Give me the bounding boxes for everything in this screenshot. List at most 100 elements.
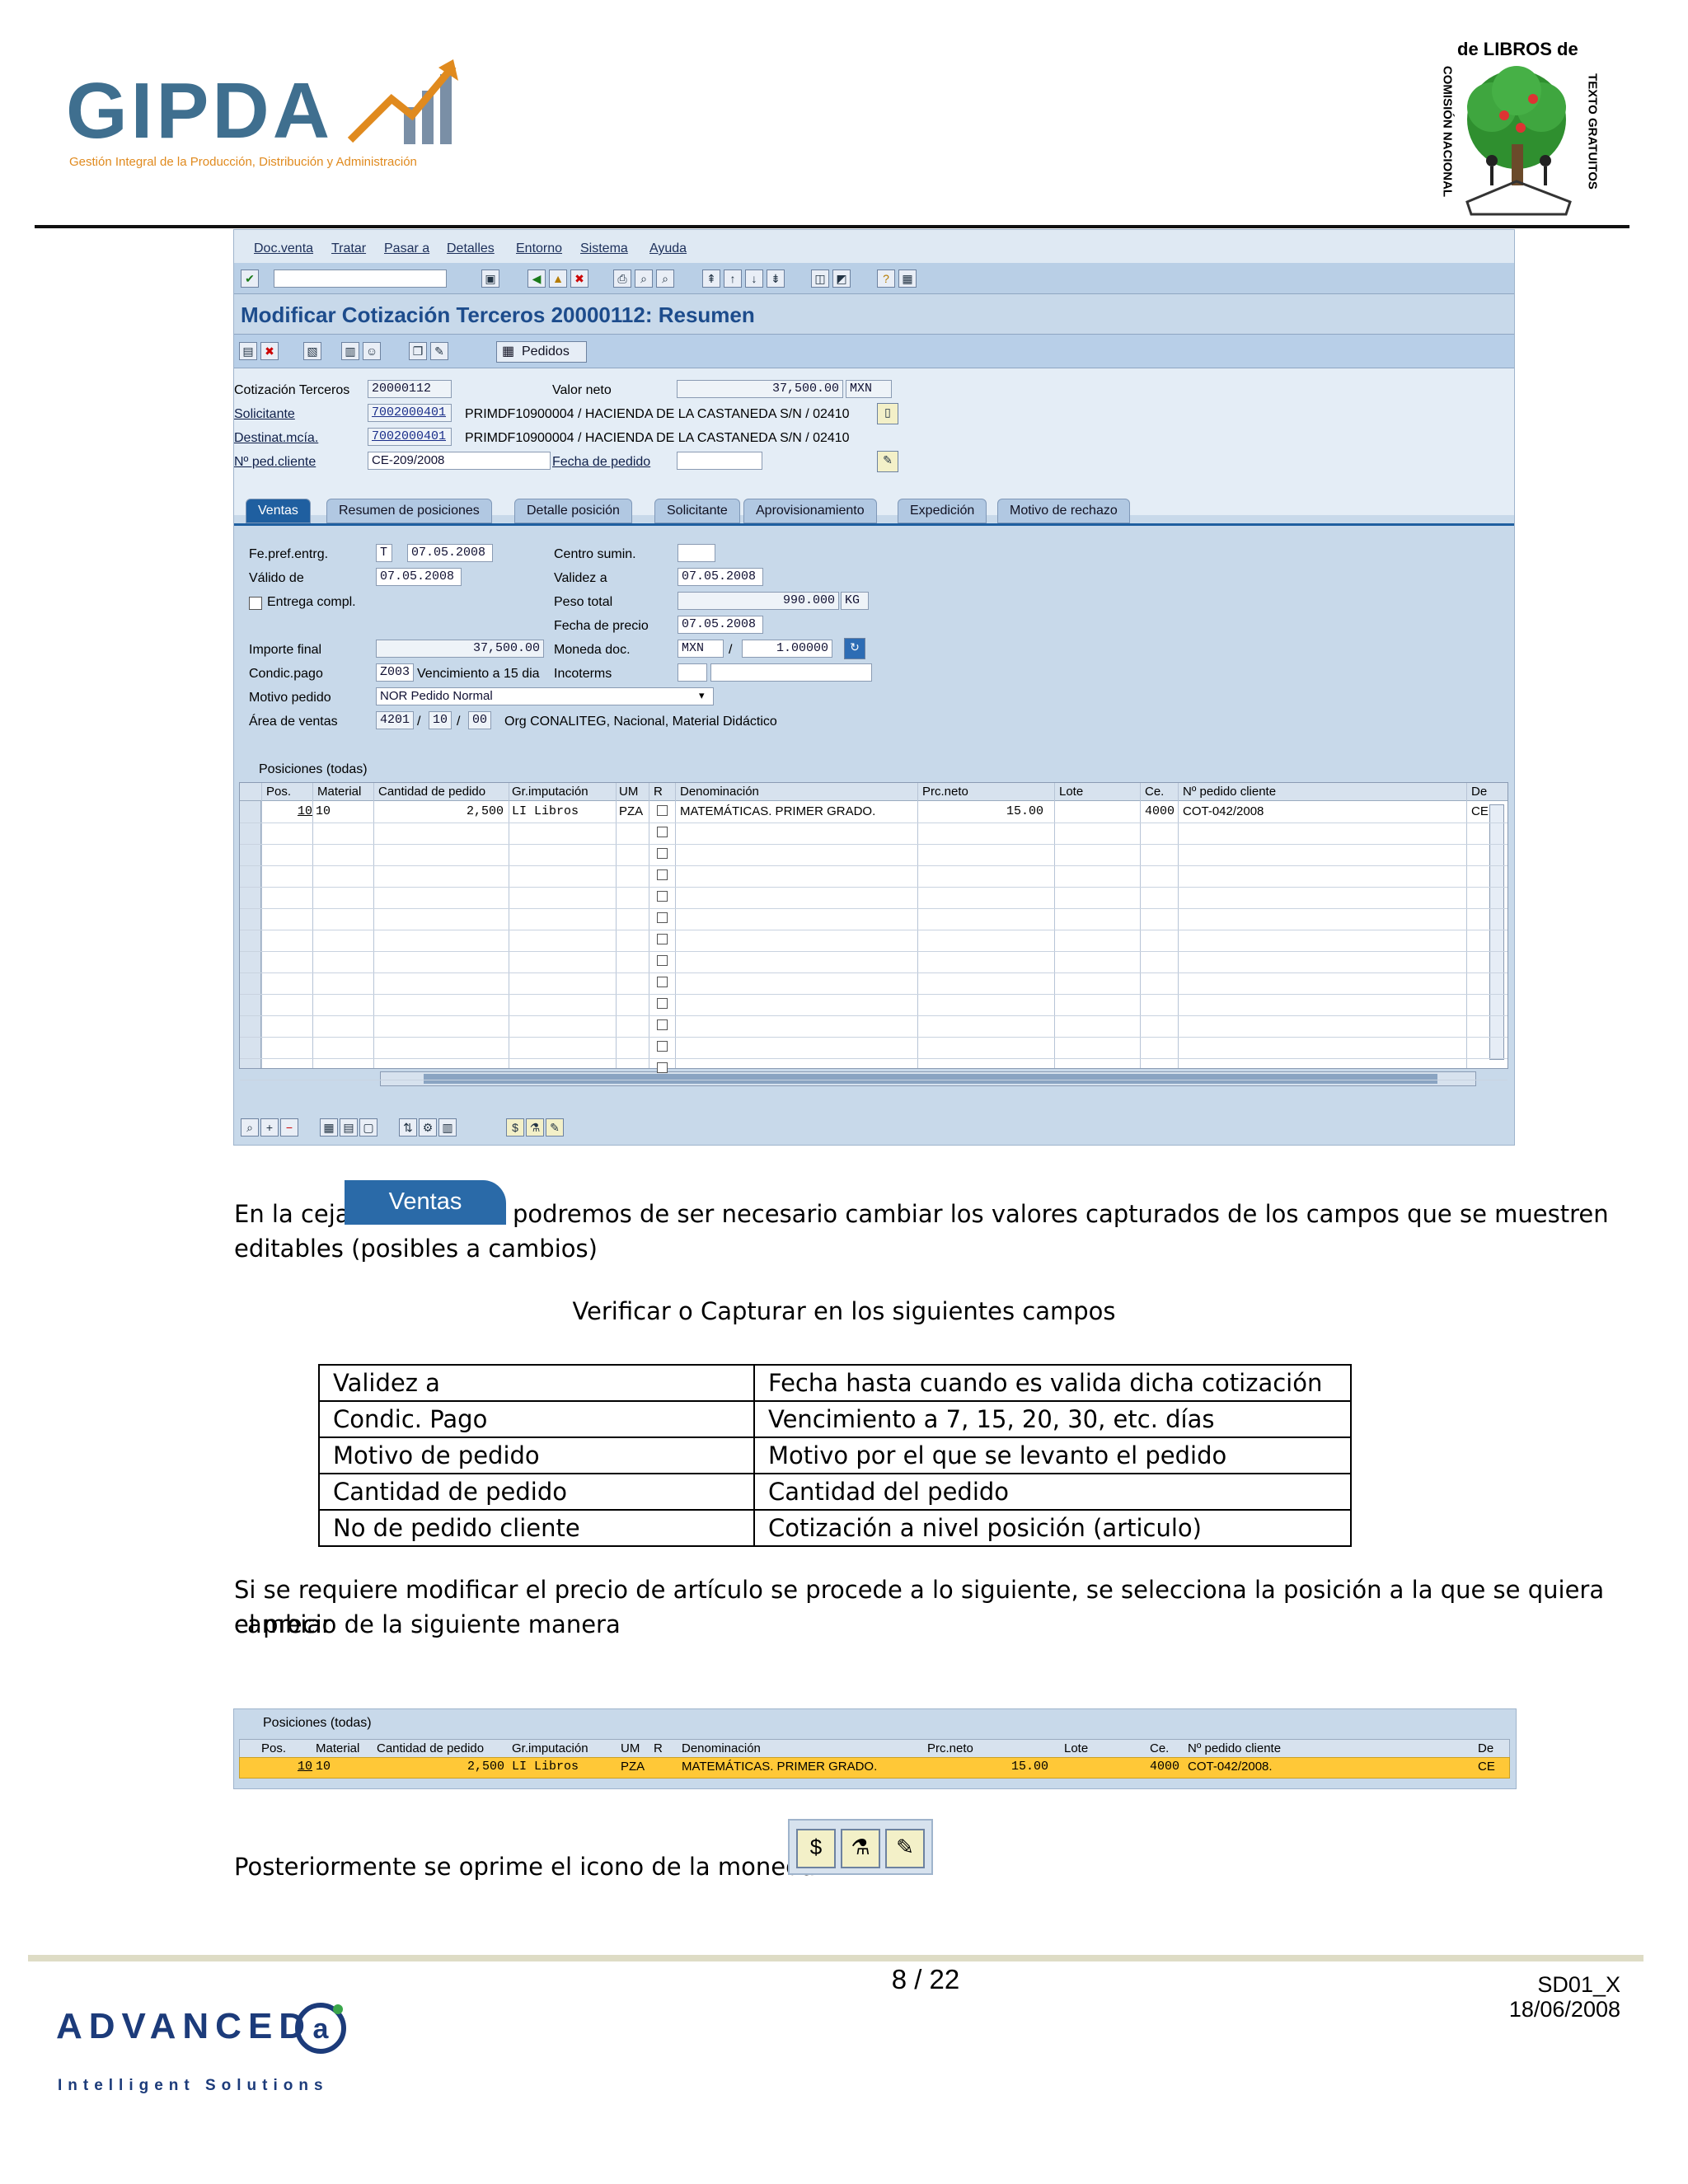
r-checkbox[interactable] bbox=[657, 891, 668, 902]
help-icon[interactable]: ? bbox=[877, 269, 895, 288]
config-icon[interactable]: ⚙ bbox=[419, 1118, 437, 1137]
item-overview-icon[interactable]: ▧ bbox=[303, 342, 321, 360]
col-prcneto[interactable]: Prc.neto bbox=[922, 785, 968, 799]
refresh-icon[interactable]: ↻ bbox=[844, 638, 865, 659]
row-de[interactable]: CE bbox=[1471, 804, 1489, 818]
r-checkbox[interactable] bbox=[657, 955, 668, 966]
menu-pasar-a[interactable]: Pasar a bbox=[384, 241, 429, 256]
find-next-icon[interactable]: ⌕ bbox=[656, 269, 674, 288]
col-de[interactable]: De bbox=[1471, 785, 1487, 799]
grid-vertical-scrollbar[interactable] bbox=[1489, 804, 1504, 1060]
detail-icon[interactable]: ⌕ bbox=[241, 1118, 259, 1137]
select-block-icon[interactable]: ▤ bbox=[340, 1118, 358, 1137]
menu-doc-venta[interactable]: Doc.venta bbox=[254, 241, 313, 256]
row-prcneto[interactable]: 15.00 bbox=[1006, 804, 1043, 818]
fecha-precio-field[interactable]: 07.05.2008 bbox=[678, 616, 763, 634]
solicitante-field[interactable]: 7002000401 bbox=[368, 404, 452, 422]
scroll-thumb[interactable] bbox=[424, 1074, 1437, 1084]
ped-cliente-label[interactable]: Nº ped.cliente bbox=[234, 455, 316, 470]
deselect-icon[interactable]: ▢ bbox=[359, 1118, 377, 1137]
area-org-field[interactable]: 4201 bbox=[376, 711, 414, 729]
r-checkbox[interactable] bbox=[657, 912, 668, 923]
fe-pref-unit-field[interactable]: T bbox=[376, 544, 392, 562]
r-checkbox[interactable] bbox=[657, 977, 668, 987]
r-checkbox[interactable] bbox=[657, 998, 668, 1009]
peso-unit-field[interactable]: KG bbox=[841, 592, 869, 610]
edit-item-icon[interactable]: ✎ bbox=[546, 1118, 564, 1137]
currency-icon[interactable]: $ bbox=[506, 1118, 524, 1137]
delete-item-icon[interactable]: ✖ bbox=[260, 342, 279, 360]
snippet-prcneto[interactable]: 15.00 bbox=[1011, 1760, 1048, 1774]
exit-icon[interactable]: ▲ bbox=[549, 269, 567, 288]
row-denominacion[interactable]: MATEMÁTICAS. PRIMER GRADO. bbox=[680, 804, 875, 818]
snippet-pos[interactable]: 10 bbox=[298, 1760, 312, 1774]
snippet-material[interactable]: 10 bbox=[316, 1760, 331, 1774]
menu-ayuda[interactable]: Ayuda bbox=[649, 241, 687, 256]
col-material[interactable]: Material bbox=[317, 785, 361, 799]
first-page-icon[interactable]: ⇞ bbox=[702, 269, 720, 288]
grid-horizontal-scrollbar[interactable] bbox=[380, 1071, 1476, 1086]
row-pos[interactable]: 10 bbox=[298, 804, 312, 818]
col-ce[interactable]: Ce. bbox=[1145, 785, 1164, 799]
fecha-pedido-field[interactable] bbox=[677, 452, 762, 470]
col-cantidad[interactable]: Cantidad de pedido bbox=[378, 785, 485, 799]
validez-field[interactable]: 07.05.2008 bbox=[678, 568, 763, 586]
col-pos[interactable]: Pos. bbox=[266, 785, 291, 799]
tab-expedicion[interactable]: Expedición bbox=[898, 499, 987, 523]
print-icon[interactable]: ⎙ bbox=[613, 269, 631, 288]
row-grimputacion[interactable]: LI Libros bbox=[512, 804, 579, 818]
area-channel-field[interactable]: 10 bbox=[429, 711, 452, 729]
row-selector-column[interactable] bbox=[240, 783, 261, 1068]
menu-detalles[interactable]: Detalles bbox=[447, 241, 495, 256]
find-icon[interactable]: ⌕ bbox=[635, 269, 653, 288]
delete-row-icon[interactable]: − bbox=[280, 1118, 298, 1137]
snippet-de[interactable]: CE bbox=[1478, 1760, 1495, 1774]
tab-ventas[interactable]: Ventas bbox=[246, 499, 311, 523]
moneda-rate-field[interactable]: 1.00000 bbox=[742, 640, 832, 658]
r-checkbox[interactable] bbox=[657, 827, 668, 837]
next-page-icon[interactable]: ↓ bbox=[745, 269, 763, 288]
area-division-field[interactable]: 00 bbox=[468, 711, 491, 729]
entrega-compl-checkbox[interactable] bbox=[249, 597, 262, 610]
col-grimputacion[interactable]: Gr.imputación bbox=[512, 785, 588, 799]
insert-row-icon[interactable]: + bbox=[260, 1118, 279, 1137]
centro-field[interactable] bbox=[678, 544, 715, 562]
col-r[interactable]: R bbox=[654, 785, 663, 799]
col-denominacion[interactable]: Denominación bbox=[680, 785, 759, 799]
motivo-pedido-dropdown[interactable]: NOR Pedido Normal bbox=[376, 687, 714, 705]
solicitante-label[interactable]: Solicitante bbox=[234, 407, 295, 422]
document-icon[interactable]: ▯ bbox=[877, 403, 898, 424]
peso-field[interactable]: 990.000 bbox=[678, 592, 839, 610]
tab-solicitante[interactable]: Solicitante bbox=[654, 499, 740, 523]
r-checkbox[interactable] bbox=[657, 1062, 668, 1073]
r-checkbox[interactable] bbox=[657, 1041, 668, 1052]
previous-page-icon[interactable]: ↑ bbox=[724, 269, 742, 288]
menu-sistema[interactable]: Sistema bbox=[580, 241, 628, 256]
row-ce[interactable]: 4000 bbox=[1145, 804, 1175, 818]
partner-icon[interactable]: ☺ bbox=[363, 342, 381, 360]
moneda-field[interactable]: MXN bbox=[678, 640, 724, 658]
col-um[interactable]: UM bbox=[619, 785, 638, 799]
document-flow-icon[interactable]: ▥ bbox=[341, 342, 359, 360]
last-page-icon[interactable]: ⇟ bbox=[767, 269, 785, 288]
back-icon[interactable]: ◀ bbox=[528, 269, 546, 288]
new-session-icon[interactable]: ◫ bbox=[811, 269, 829, 288]
valor-neto-currency-field[interactable]: MXN bbox=[846, 380, 892, 398]
sort-icon[interactable]: ⇅ bbox=[399, 1118, 417, 1137]
ped-cliente-field[interactable]: CE-209/2008 bbox=[368, 452, 551, 470]
tab-resumen-posiciones[interactable]: Resumen de posiciones bbox=[326, 499, 492, 523]
fecha-pedido-label[interactable]: Fecha de pedido bbox=[552, 455, 650, 470]
r-checkbox[interactable] bbox=[657, 805, 668, 816]
r-checkbox[interactable] bbox=[657, 869, 668, 880]
tab-detalle-posicion[interactable]: Detalle posición bbox=[514, 499, 632, 523]
snippet-denominacion[interactable]: MATEMÁTICAS. PRIMER GRADO. bbox=[682, 1760, 877, 1774]
cancel-icon[interactable]: ✖ bbox=[570, 269, 588, 288]
condic-pago-field[interactable]: Z003 bbox=[376, 663, 414, 682]
save-icon[interactable]: ▣ bbox=[481, 269, 499, 288]
valor-neto-field[interactable]: 37,500.00 bbox=[677, 380, 843, 398]
menu-entorno[interactable]: Entorno bbox=[516, 241, 562, 256]
col-pedcliente[interactable]: Nº pedido cliente bbox=[1183, 785, 1276, 799]
shortcut-icon[interactable]: ◩ bbox=[832, 269, 851, 288]
snippet-selected-row[interactable]: 10 10 2,500 LI Libros PZA MATEMÁTICAS. P… bbox=[239, 1757, 1510, 1779]
select-all-icon[interactable]: ▦ bbox=[320, 1118, 338, 1137]
